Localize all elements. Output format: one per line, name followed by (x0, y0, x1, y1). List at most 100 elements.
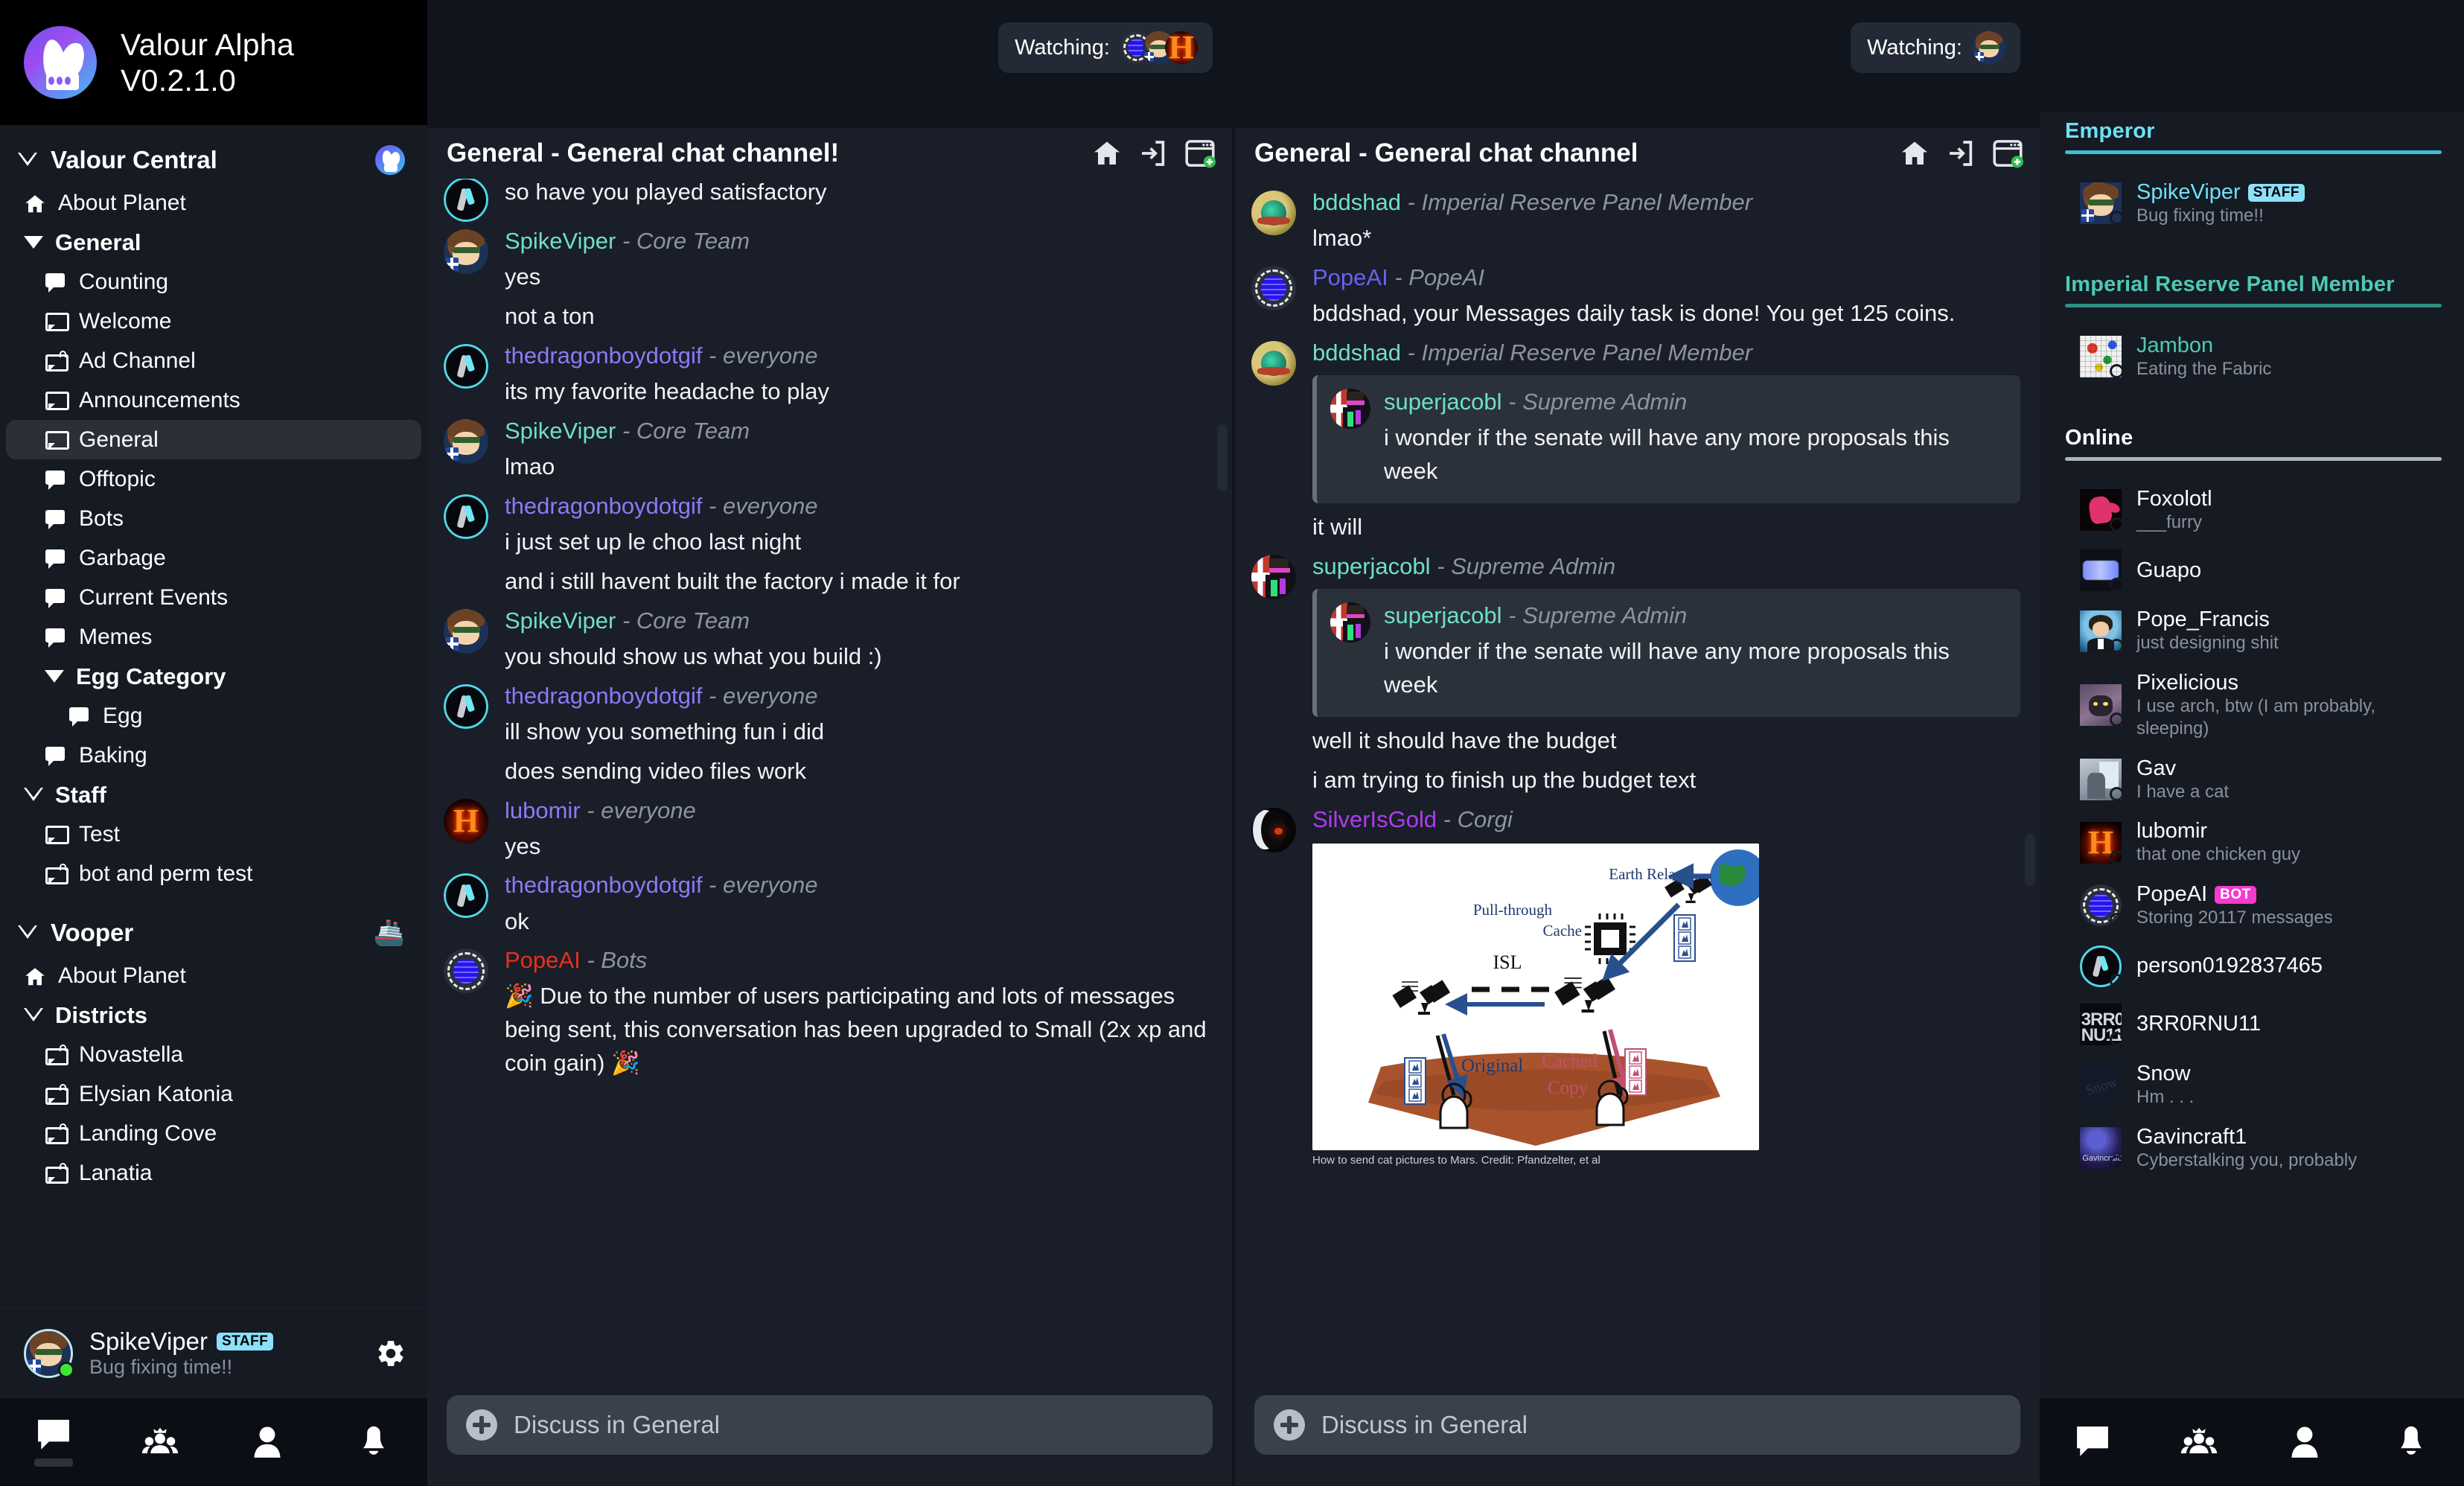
sidebar-item-welcome[interactable]: Welcome (6, 302, 421, 341)
scrollbar[interactable] (1217, 424, 1228, 491)
category-egg-category[interactable]: Egg Category (6, 657, 421, 696)
chevron-down-icon[interactable] (18, 925, 37, 940)
members-nav-profile[interactable] (2252, 1398, 2358, 1486)
gear-icon[interactable] (375, 1338, 406, 1369)
sidebar-item-egg[interactable]: Egg (6, 696, 421, 736)
sidebar-nav-profile[interactable] (214, 1398, 321, 1486)
avatar[interactable] (444, 873, 488, 919)
member-list-item[interactable]: Pixelicious I use arch, btw (I am probabl… (2065, 663, 2442, 748)
current-user-bar[interactable]: SpikeViper STAFF Bug fixing time!! (0, 1307, 427, 1398)
panel-header-actions[interactable] (1092, 138, 1216, 168)
avatar[interactable] (1251, 265, 1296, 310)
avatar[interactable] (444, 608, 488, 654)
scrollbar[interactable] (2025, 834, 2035, 886)
avatar[interactable] (444, 343, 488, 389)
avatar[interactable] (2080, 684, 2124, 727)
message-author[interactable]: lubomir (505, 797, 581, 823)
avatar[interactable] (444, 179, 488, 222)
planet-header-vooper[interactable]: Vooper 🚢 (0, 910, 427, 956)
avatar[interactable] (24, 1328, 74, 1378)
member-list-item[interactable]: PopeAI BOT Storing 20117 messages (2065, 874, 2442, 937)
bottom-nav-members[interactable] (2040, 1398, 2464, 1486)
message-author[interactable]: SpikeViper (505, 608, 616, 634)
sidebar-item-bot-and-perm-test[interactable]: bot and perm test (6, 854, 421, 893)
plus-circle-icon[interactable] (1274, 1409, 1305, 1441)
panel-header-actions[interactable] (1900, 138, 2023, 168)
join-arrow-icon[interactable] (1138, 138, 1168, 168)
planet-header-valour-central[interactable]: Valour Central (0, 137, 427, 183)
avatar[interactable]: H (2080, 821, 2124, 864)
avatar[interactable] (444, 948, 488, 994)
message-author[interactable]: thedragonboydotgif (505, 872, 702, 898)
sidebar-nav-planets[interactable] (107, 1398, 214, 1486)
channel-list[interactable]: Valour Central About Planet General Countin… (0, 125, 427, 1307)
sidebar-item-bots[interactable]: Bots (6, 499, 421, 538)
member-list-item[interactable]: 3RR0RNU11 3RR0RNU11 (2065, 995, 2442, 1053)
category-general[interactable]: General (6, 223, 421, 262)
plus-circle-icon[interactable] (466, 1409, 497, 1441)
bottom-nav-sidebar[interactable] (0, 1398, 427, 1486)
member-list-item[interactable]: Snow Snow Hm . . . (2065, 1053, 2442, 1117)
member-list-item[interactable]: Gavincraft1 Gavincraft1 Cyberstalking you,… (2065, 1117, 2442, 1180)
sidebar-item-lanatia[interactable]: Lanatia (6, 1153, 421, 1193)
avatar[interactable] (1251, 554, 1296, 599)
members-nav-notifications[interactable] (2358, 1398, 2464, 1486)
message-author[interactable]: SpikeViper (505, 418, 616, 444)
message-author[interactable]: thedragonboydotgif (505, 342, 702, 369)
avatar[interactable] (1251, 807, 1296, 852)
avatar[interactable]: H (444, 798, 488, 844)
sidebar-item-counting[interactable]: Counting (6, 262, 421, 302)
avatar[interactable] (2080, 758, 2124, 801)
avatar[interactable] (1330, 388, 1370, 429)
chevron-down-icon[interactable] (24, 1007, 43, 1023)
message-author[interactable]: PopeAI (1312, 264, 1388, 290)
sidebar-item-announcements[interactable]: Announcements (6, 380, 421, 420)
sidebar-item-offtopic[interactable]: Offtopic (6, 459, 421, 499)
sidebar-item-about-planet[interactable]: About Planet (6, 183, 421, 223)
home-icon[interactable] (1900, 138, 1930, 168)
member-list-item[interactable]: person0192837465 (2065, 937, 2442, 995)
message-image-embed[interactable]: Pull-through Cache Earth Relay ISL Original C… (1312, 843, 1759, 1167)
message-author[interactable]: bddshad (1312, 339, 1401, 366)
message-author[interactable]: SilverIsGold (1312, 806, 1437, 832)
category-staff[interactable]: Staff (6, 775, 421, 814)
new-window-icon[interactable] (1184, 138, 1216, 168)
message-author[interactable]: thedragonboydotgif (505, 493, 702, 519)
member-list-item[interactable]: Guapo (2065, 541, 2442, 599)
chevron-down-icon[interactable] (24, 236, 43, 249)
sidebar-item-novastella[interactable]: Novastella (6, 1035, 421, 1074)
sidebar-item-ad-channel[interactable]: Ad Channel (6, 341, 421, 380)
avatar[interactable] (1251, 191, 1296, 235)
member-list-item[interactable]: Pope_Francis just designing shit (2065, 599, 2442, 663)
message-author[interactable]: superjacobl (1312, 553, 1431, 579)
message-area[interactable]: bddshad - Imperial Reserve Panel Member l… (1235, 179, 2040, 1382)
avatar[interactable] (444, 683, 488, 729)
member-list-item[interactable]: Jambon Eating the Fabric (2065, 325, 2442, 389)
message-author[interactable]: PopeAI (505, 947, 581, 973)
avatar[interactable] (2080, 488, 2124, 532)
avatar[interactable]: Gavincraft1 (2080, 1126, 2124, 1170)
sidebar-item-about-planet[interactable]: About Planet (6, 956, 421, 995)
sidebar-nav-notifications[interactable] (321, 1398, 428, 1486)
reply-embed[interactable]: superjacobl - Supreme Admin i wonder if t… (1312, 588, 2020, 717)
message-author[interactable]: thedragonboydotgif (505, 683, 702, 709)
new-window-icon[interactable] (1992, 138, 2023, 168)
sidebar-item-elysian-katonia[interactable]: Elysian Katonia (6, 1074, 421, 1114)
avatar[interactable] (1251, 340, 1296, 386)
avatar[interactable] (444, 418, 488, 464)
sidebar-item-general[interactable]: General (6, 420, 421, 459)
message-author[interactable]: SpikeViper (505, 228, 616, 254)
sidebar-item-garbage[interactable]: Garbage (6, 538, 421, 578)
avatar[interactable] (444, 229, 488, 274)
reply-embed[interactable]: superjacobl - Supreme Admin i wonder if t… (1312, 374, 2020, 503)
avatar[interactable]: 3RR0RNU11 (2080, 1003, 2124, 1046)
join-arrow-icon[interactable] (1946, 138, 1976, 168)
sidebar-item-current-events[interactable]: Current Events (6, 578, 421, 617)
avatar[interactable] (2080, 945, 2124, 988)
chevron-down-icon[interactable] (45, 670, 64, 683)
avatar[interactable] (2080, 549, 2124, 593)
avatar[interactable]: Snow (2080, 1064, 2124, 1107)
sidebar-nav-chat[interactable] (0, 1398, 107, 1486)
members-nav-chat[interactable] (2040, 1398, 2146, 1486)
category-districts[interactable]: Districts (6, 995, 421, 1035)
